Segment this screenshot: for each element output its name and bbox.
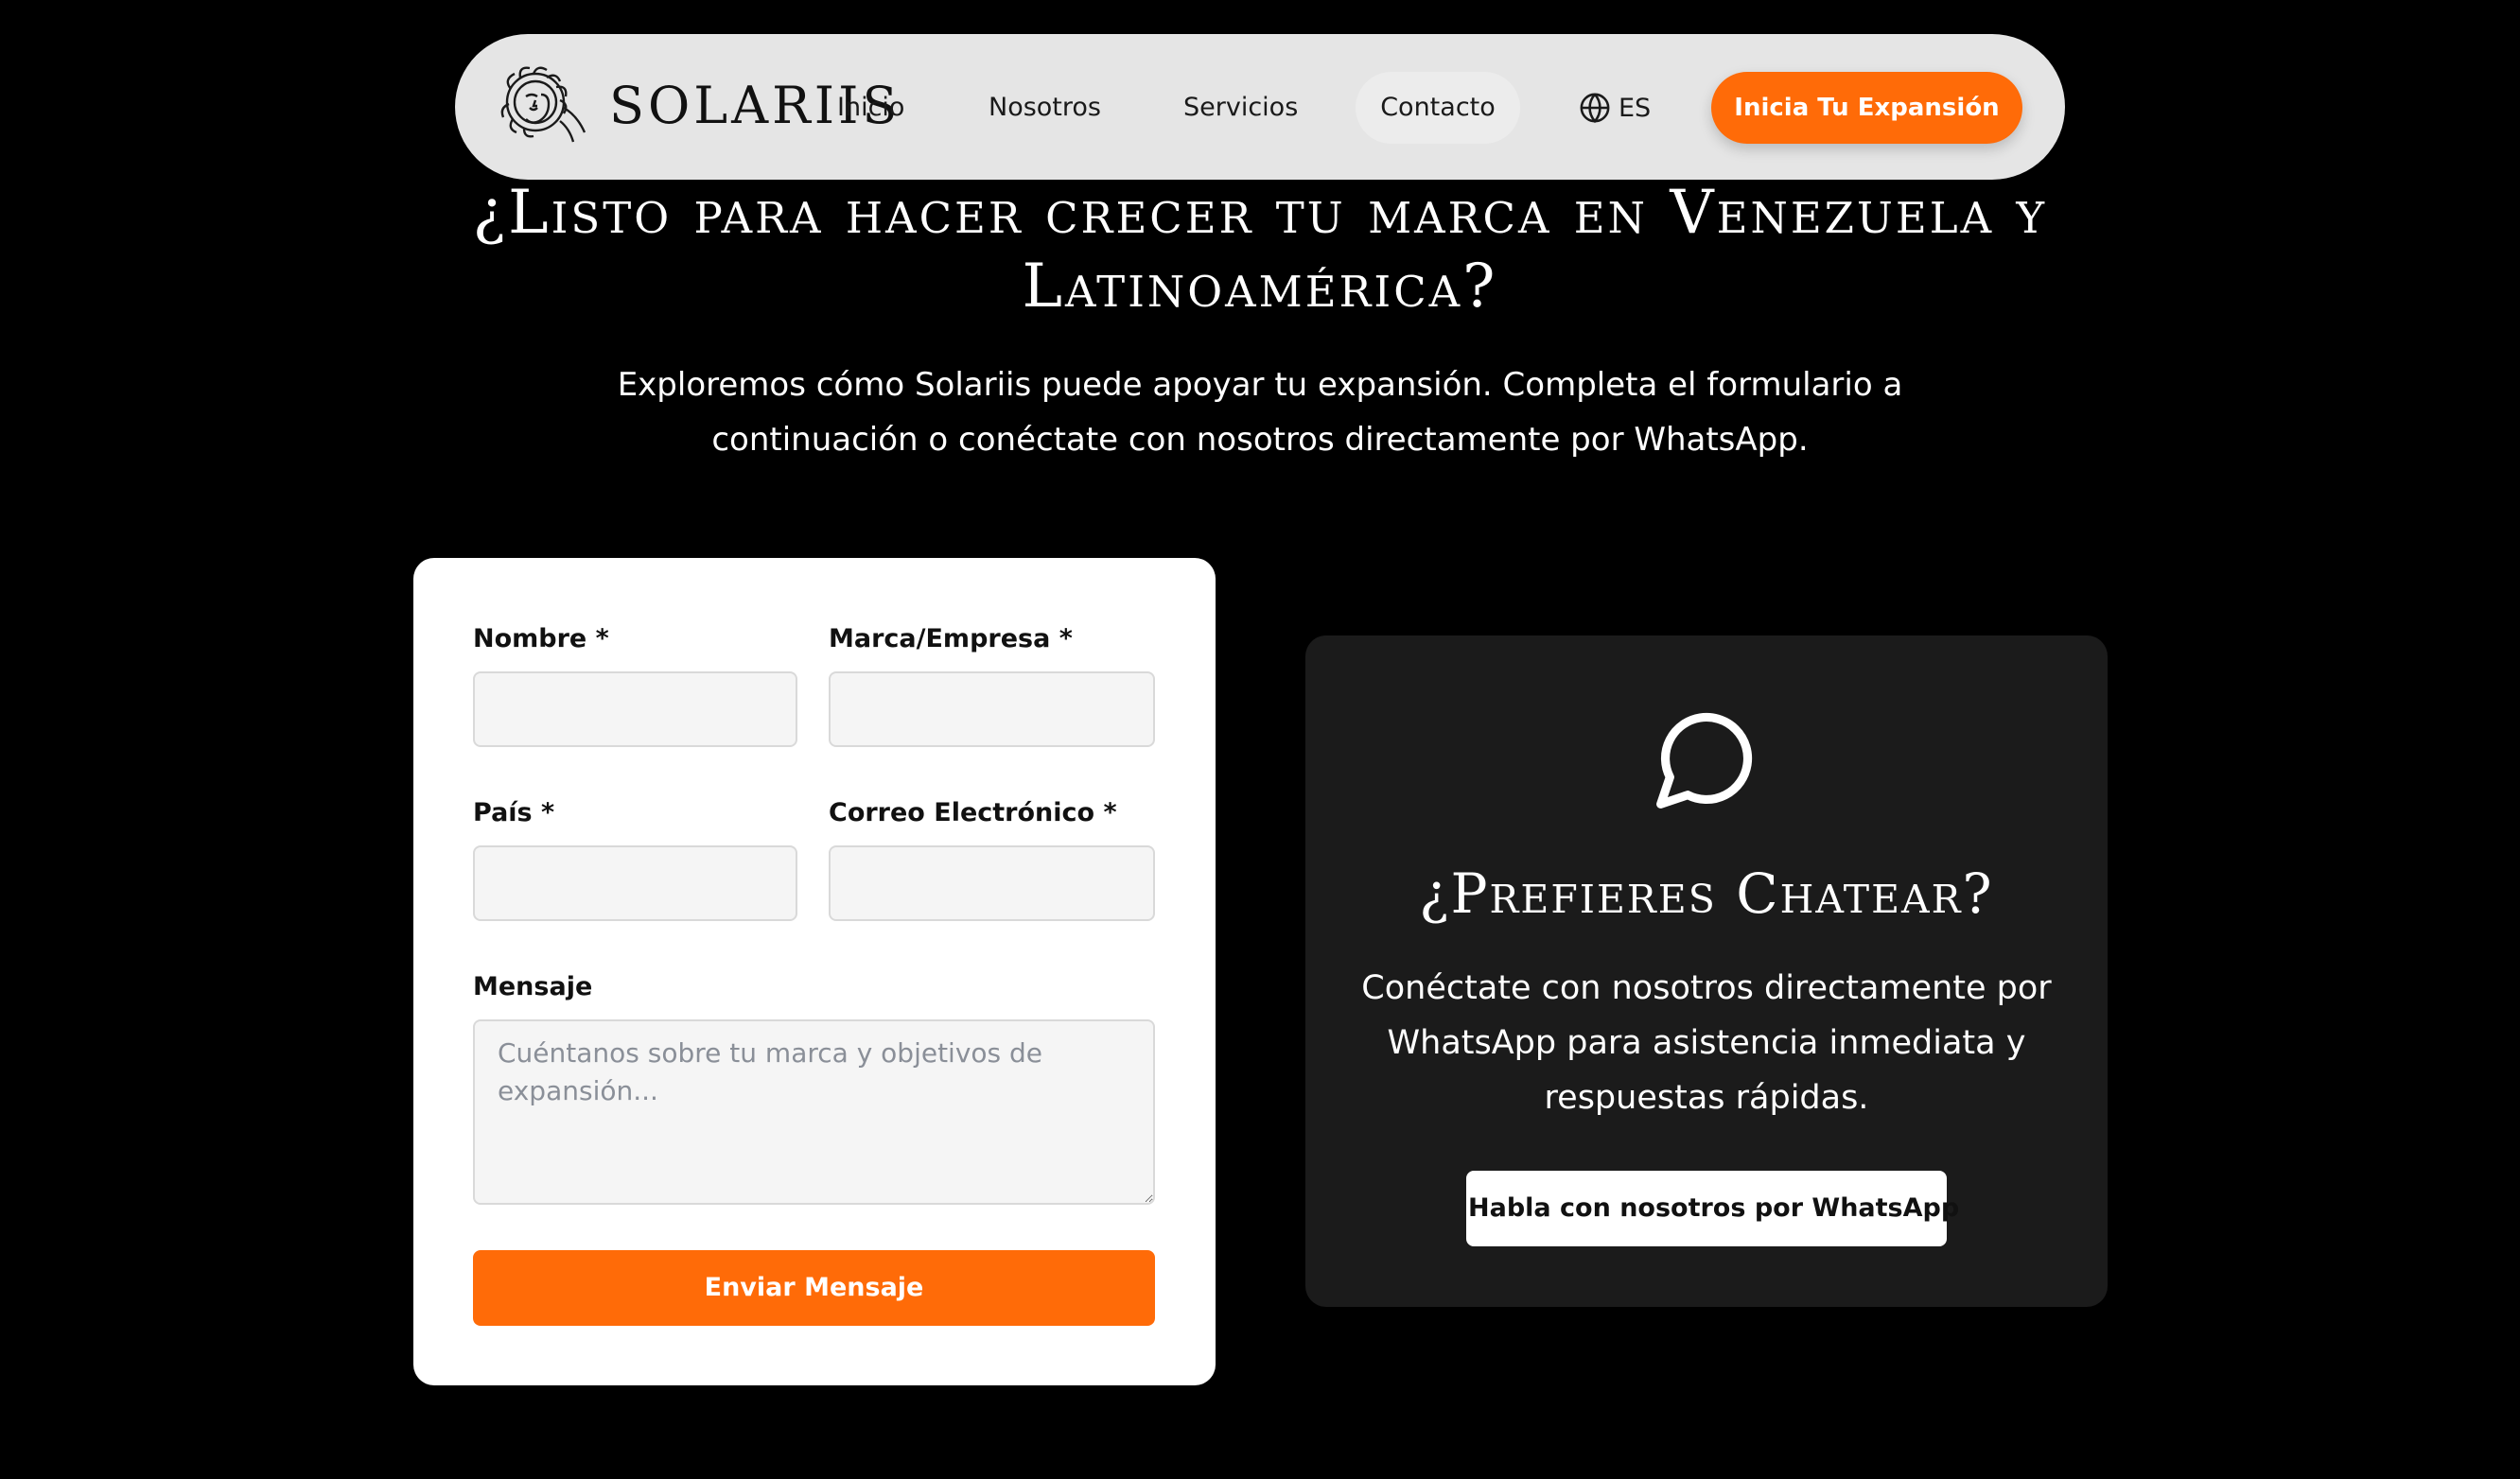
nav-link-servicios[interactable]: Servicios	[1183, 81, 1298, 134]
whatsapp-card: ¿Prefieres Chatear? Conéctate con nosotr…	[1305, 635, 2108, 1307]
country-label: País *	[473, 798, 555, 827]
language-selector[interactable]: ES	[1579, 81, 1651, 134]
country-input[interactable]	[473, 845, 797, 921]
chat-description: Conéctate con nosotros directamente por …	[1361, 969, 2052, 1117]
language-code: ES	[1619, 93, 1652, 123]
page-subtitle: Exploremos cómo Solariis puede apoyar tu…	[617, 366, 1903, 459]
nav-link-contacto[interactable]: Contacto	[1356, 72, 1520, 144]
nav-link-nosotros[interactable]: Nosotros	[989, 81, 1101, 134]
whatsapp-button[interactable]: Habla con nosotros por WhatsApp	[1466, 1171, 1959, 1246]
logo-icon[interactable]	[498, 66, 596, 146]
brand-input[interactable]	[829, 671, 1155, 747]
start-expansion-button[interactable]: Inicia Tu Expansión	[1711, 72, 2022, 144]
navbar: SOLARIIS Inicio Nosotros Servicios Conta…	[455, 34, 2065, 180]
contact-form-card: Nombre * Marca/Empresa * País * Correo E…	[413, 558, 1216, 1385]
email-input[interactable]	[829, 845, 1155, 921]
brand-label: Marca/Empresa *	[829, 624, 1073, 653]
name-input[interactable]	[473, 671, 797, 747]
message-label: Mensaje	[473, 972, 593, 1001]
globe-icon	[1580, 93, 1610, 124]
message-textarea[interactable]	[473, 1019, 1155, 1205]
page-title: ¿Listo para hacer crecer tu marca en Ven…	[472, 178, 2048, 322]
email-label: Correo Electrónico *	[829, 798, 1117, 827]
chat-bubble-icon	[1656, 712, 1753, 809]
nav-link-inicio[interactable]: Inicio	[837, 81, 904, 134]
send-message-button[interactable]: Enviar Mensaje	[473, 1250, 1155, 1326]
name-label: Nombre *	[473, 624, 609, 653]
chat-title: ¿Prefieres Chatear?	[1419, 861, 1994, 926]
